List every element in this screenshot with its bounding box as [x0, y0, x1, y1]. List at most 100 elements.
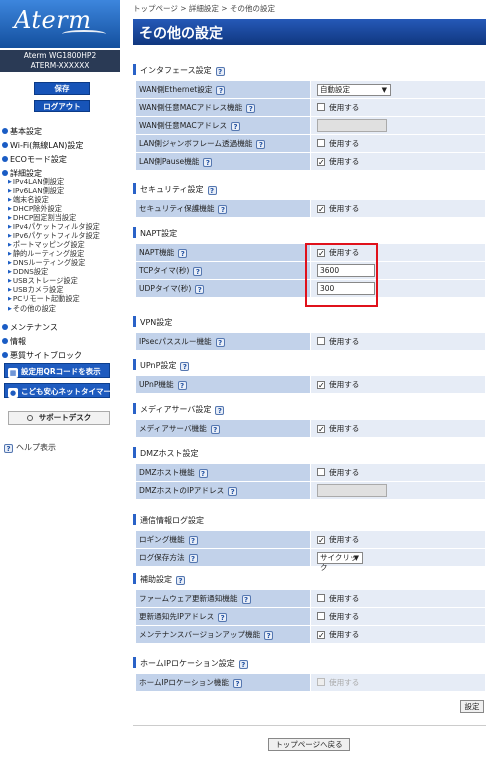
- section-bar: [133, 316, 136, 327]
- checkbox[interactable]: ✓: [317, 381, 325, 390]
- setting-label-cell: ログ保存方法?: [135, 548, 311, 567]
- sidebar-item[interactable]: 悪質サイトブロック: [2, 350, 82, 361]
- help-icon[interactable]: ?: [198, 469, 208, 478]
- settings-table: メディアサーバ機能? ✓ 使用する: [135, 419, 486, 438]
- section-header: 通信情報ログ設定: [133, 514, 486, 529]
- section-title: メディアサーバ設定: [140, 405, 212, 414]
- breadcrumb[interactable]: トップページ > 詳細設定 > その他の設定: [133, 3, 275, 14]
- support-desk-button[interactable]: サポートデスク: [8, 411, 110, 425]
- show-qr-button[interactable]: ▦ 設定用QRコードを表示: [4, 363, 110, 378]
- qr-code-icon: ▦: [8, 368, 18, 378]
- help-icon[interactable]: ?: [215, 406, 225, 415]
- section-header: NAPT設定: [133, 227, 486, 242]
- setting-row: LAN側Pause機能? ✓ 使用する: [135, 152, 486, 171]
- child-timer-button[interactable]: ● こども安心ネットタイマー: [4, 383, 111, 398]
- help-icon[interactable]: ?: [231, 122, 241, 131]
- checkbox-label: 使用する: [329, 157, 360, 166]
- help-icon[interactable]: ?: [207, 186, 217, 195]
- section-bar: [133, 359, 136, 370]
- checkbox[interactable]: [317, 337, 325, 345]
- setting-label: ホームIPロケーション機能: [139, 678, 229, 687]
- help-icon[interactable]: ?: [188, 536, 198, 545]
- checkbox[interactable]: ✓: [317, 536, 325, 545]
- checkbox[interactable]: ✓: [317, 158, 325, 167]
- checkbox[interactable]: ✓: [317, 205, 325, 214]
- setting-row: WAN側任意MACアドレス機能? 使用する: [135, 98, 486, 117]
- sidebar-item[interactable]: 情報: [2, 336, 26, 347]
- checkbox[interactable]: [317, 139, 325, 147]
- checkbox[interactable]: [317, 468, 325, 476]
- checkbox[interactable]: ✓: [317, 425, 325, 434]
- sidebar-item[interactable]: ▶その他の設定: [8, 304, 56, 314]
- help-link[interactable]: ? ヘルプ表示: [4, 442, 56, 453]
- help-icon[interactable]: ?: [180, 362, 190, 371]
- triangle-icon: ▶: [8, 233, 12, 239]
- sidebar-item[interactable]: ECOモード設定: [2, 154, 67, 165]
- setting-label-cell: NAPT機能?: [135, 243, 311, 262]
- sidebar-item[interactable]: メンテナンス: [2, 322, 58, 333]
- help-icon[interactable]: ?: [232, 679, 242, 688]
- sidebar-item-label: 基本設定: [10, 127, 42, 136]
- help-icon[interactable]: ?: [188, 554, 198, 563]
- help-icon[interactable]: ?: [264, 631, 274, 640]
- page-title: その他の設定: [139, 26, 223, 42]
- setting-value-cell: ✓ 使用する: [310, 419, 486, 438]
- setting-value-cell: 使用する: [310, 673, 486, 692]
- child-icon: ●: [8, 388, 18, 398]
- help-icon[interactable]: ?: [193, 267, 203, 276]
- help-icon[interactable]: ?: [228, 487, 238, 496]
- help-icon[interactable]: ?: [256, 140, 266, 149]
- help-icon[interactable]: ?: [177, 381, 187, 390]
- help-icon[interactable]: ?: [210, 425, 220, 434]
- triangle-icon: ▶: [8, 260, 12, 266]
- help-icon[interactable]: ?: [178, 249, 188, 258]
- checkbox-label: 使用する: [329, 103, 360, 112]
- sidebar-item[interactable]: ▶PCリモート起動設定: [8, 294, 80, 304]
- help-icon[interactable]: ?: [218, 613, 228, 622]
- checkbox[interactable]: [317, 594, 325, 602]
- triangle-icon: ▶: [8, 206, 12, 212]
- select-dropdown[interactable]: サイクリック ▼: [317, 551, 363, 572]
- setting-label-cell: メディアサーバ機能?: [135, 419, 311, 438]
- bullet-icon: [2, 170, 8, 176]
- setting-row: ロギング機能? ✓ 使用する: [135, 530, 486, 549]
- sidebar-item[interactable]: 基本設定: [2, 126, 42, 137]
- triangle-icon: ▶: [8, 179, 12, 185]
- logout-button[interactable]: ログアウト: [34, 100, 90, 112]
- triangle-icon: ▶: [8, 306, 12, 312]
- help-icon[interactable]: ?: [218, 205, 228, 214]
- napt-highlight-box: [305, 243, 378, 307]
- settings-table: DMZホスト機能? 使用する DMZホストのIPアドレス?: [135, 463, 486, 500]
- setting-label: ファームウェア更新通知機能: [139, 594, 238, 603]
- save-button[interactable]: 保存: [34, 82, 90, 95]
- section-title: セキュリティ設定: [140, 185, 204, 194]
- settings-table: ファームウェア更新通知機能? 使用する 更新通知先IPアドレス? 使用する メンテナンス…: [135, 589, 486, 644]
- setting-label-cell: WAN側任意MACアドレス機能?: [135, 98, 311, 117]
- setting-row: IPsecパススルー機能? 使用する: [135, 332, 486, 351]
- help-icon[interactable]: ?: [203, 158, 213, 167]
- setting-row: メディアサーバ機能? ✓ 使用する: [135, 419, 486, 438]
- select-dropdown[interactable]: 自動設定 ▼: [317, 83, 391, 96]
- help-icon[interactable]: ?: [238, 660, 248, 669]
- sidebar: Aterm Aterm WG1800HP2 ATERM-XXXXXX 保存 ログ…: [0, 0, 120, 764]
- help-icon[interactable]: ?: [176, 576, 185, 585]
- checkbox[interactable]: ✓: [317, 631, 325, 640]
- section-header: 補助設定?: [133, 573, 486, 588]
- model-name: Aterm WG1800HP2: [23, 51, 97, 60]
- setting-label: WAN側Ethernet設定: [139, 85, 213, 94]
- checkbox[interactable]: [317, 103, 325, 111]
- setting-label-cell: DMZホスト機能?: [135, 463, 311, 482]
- help-icon[interactable]: ?: [195, 285, 205, 294]
- help-icon[interactable]: ?: [241, 595, 251, 604]
- apply-button[interactable]: 設定: [460, 700, 484, 713]
- model-info: Aterm WG1800HP2 ATERM-XXXXXX: [0, 50, 120, 72]
- sidebar-item-label: ECOモード設定: [10, 155, 67, 164]
- back-to-top-button[interactable]: トップページへ戻る: [268, 738, 350, 751]
- checkbox[interactable]: [317, 612, 325, 620]
- help-icon[interactable]: ?: [215, 67, 225, 76]
- help-icon[interactable]: ?: [216, 86, 226, 95]
- sidebar-item[interactable]: Wi-Fi(無線LAN)設定: [2, 140, 83, 151]
- setting-label: LAN側ジャンボフレーム透過機能: [139, 139, 253, 148]
- help-icon[interactable]: ?: [246, 104, 256, 113]
- help-icon[interactable]: ?: [215, 338, 225, 347]
